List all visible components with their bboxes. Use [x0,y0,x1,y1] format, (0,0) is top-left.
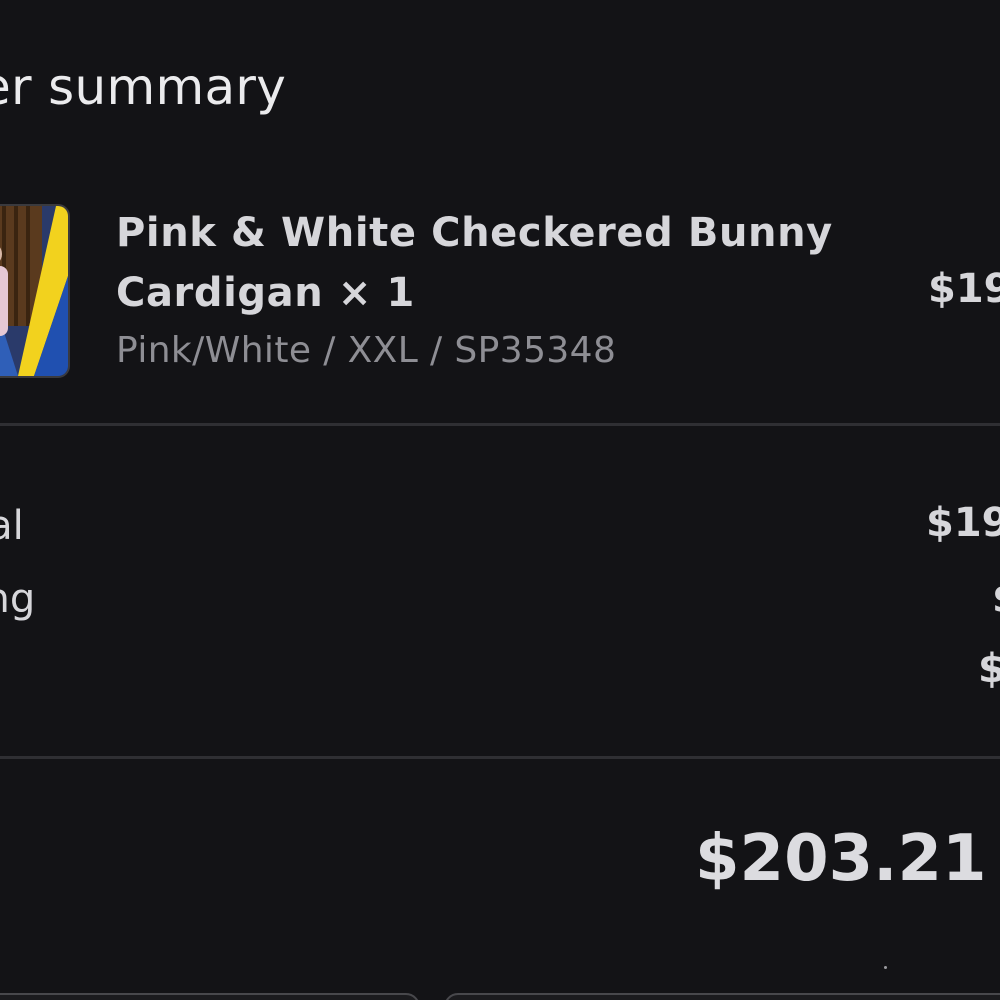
primary-button[interactable] [444,993,1000,1000]
divider [0,756,1000,759]
subtotal-value: $19 [926,500,1000,546]
order-summary-panel: er summary Pink & White Checkered Bunny … [0,0,1000,1000]
product-price: $19 [928,266,1000,312]
product-image [0,206,68,376]
total-value: $203.21 U [695,822,1000,896]
product-thumbnail[interactable] [0,204,70,378]
subtotal-label: otal [0,503,24,549]
shipping-value: $ [992,576,1000,622]
product-variant: Pink/White / XXL / SP35348 [116,330,617,371]
divider [0,423,1000,426]
order-summary-title: er summary [0,58,287,116]
dust-speck [884,966,887,969]
taxes-value: $ [978,646,1000,692]
product-name: Pink & White Checkered Bunny Cardigan × … [116,210,833,316]
shipping-label: ping [0,576,36,622]
secondary-button[interactable] [0,993,420,1000]
